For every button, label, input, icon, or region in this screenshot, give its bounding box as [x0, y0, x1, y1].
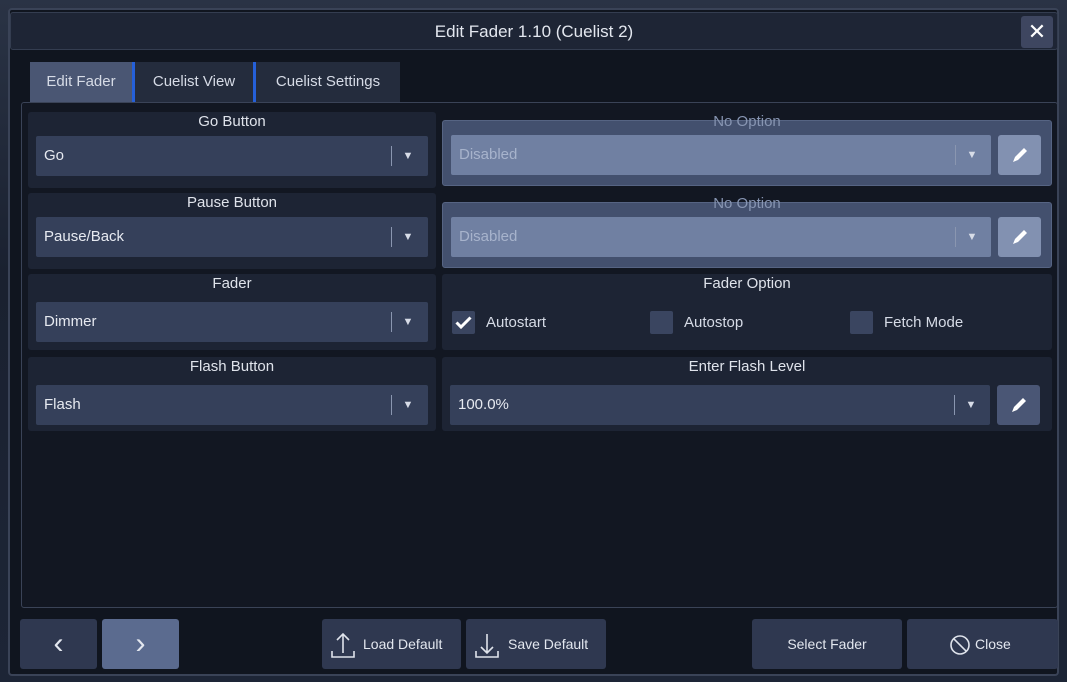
- flash-level-label: Enter Flash Level: [688, 358, 806, 375]
- select-divider: [955, 227, 956, 247]
- pause-option-select[interactable]: Disabled ▼: [451, 217, 991, 257]
- flash-level-value: 100.0%: [458, 396, 509, 413]
- upload-icon: [331, 632, 355, 658]
- select-divider: [391, 395, 392, 415]
- go-button-label: Go Button: [198, 113, 266, 130]
- flash-level-edit-button[interactable]: [997, 385, 1040, 425]
- pause-option-value: Disabled: [459, 228, 518, 245]
- go-option-section: No Option Disabled ▼: [442, 113, 1052, 186]
- select-divider: [391, 146, 392, 166]
- pencil-icon: [1013, 230, 1027, 244]
- close-button[interactable]: Close: [907, 619, 1058, 669]
- chevron-down-icon: ▼: [966, 231, 978, 243]
- pause-button-value: Pause/Back: [44, 228, 125, 245]
- flash-button-label: Flash Button: [189, 358, 275, 375]
- flash-level-section: Enter Flash Level 100.0% ▼: [442, 357, 1052, 431]
- flash-button-select[interactable]: Flash ▼: [36, 385, 428, 425]
- fader-section: Fader Dimmer ▼: [28, 274, 436, 350]
- download-icon: [475, 634, 499, 658]
- title-bar: Edit Fader 1.10 (Cuelist 2) ✕: [10, 12, 1058, 50]
- autostart-label: Autostart: [486, 314, 547, 331]
- pause-option-section: No Option Disabled ▼: [442, 195, 1052, 268]
- go-button-value: Go: [44, 147, 65, 164]
- fader-option-section: Fader Option Autostart Autostop Fetch Mo…: [442, 274, 1052, 350]
- pause-option-label: No Option: [713, 195, 781, 212]
- pause-button-label: Pause Button: [186, 194, 278, 211]
- fader-select[interactable]: Dimmer ▼: [36, 302, 428, 342]
- next-button[interactable]: ›: [102, 619, 179, 669]
- select-divider: [391, 312, 392, 332]
- load-default-label: Load Default: [363, 636, 443, 652]
- chevron-down-icon: ▼: [966, 149, 978, 161]
- fader-label: Fader: [212, 275, 252, 292]
- select-divider: [954, 395, 955, 415]
- load-default-button[interactable]: Load Default: [322, 619, 461, 669]
- flash-button-value: Flash: [44, 396, 81, 413]
- no-entry-icon: [950, 635, 970, 655]
- autostop-checkbox[interactable]: [650, 311, 673, 334]
- checkmark-icon: [455, 316, 472, 330]
- tab-edit-fader[interactable]: Edit Fader: [30, 62, 132, 102]
- dialog-title: Edit Fader 1.10 (Cuelist 2): [434, 22, 634, 41]
- chevron-down-icon: ▼: [402, 231, 414, 243]
- flash-level-select[interactable]: 100.0% ▼: [450, 385, 990, 425]
- save-default-label: Save Default: [508, 636, 589, 652]
- fader-value: Dimmer: [44, 313, 97, 330]
- close-label: Close: [975, 636, 1011, 652]
- select-fader-label: Select Fader: [787, 636, 867, 652]
- pencil-icon: [1013, 148, 1027, 162]
- pause-button-select[interactable]: Pause/Back ▼: [36, 217, 428, 257]
- go-option-select[interactable]: Disabled ▼: [451, 135, 991, 175]
- fader-option-label: Fader Option: [703, 275, 791, 292]
- close-icon[interactable]: ✕: [1021, 16, 1053, 48]
- select-fader-button[interactable]: Select Fader: [752, 619, 902, 669]
- go-option-edit-button[interactable]: [998, 135, 1041, 175]
- autostart-checkbox[interactable]: [452, 311, 475, 334]
- pencil-icon: [1012, 398, 1026, 412]
- go-option-label: No Option: [713, 113, 781, 130]
- pause-option-edit-button[interactable]: [998, 217, 1041, 257]
- previous-button[interactable]: ‹: [20, 619, 97, 669]
- tab-cuelist-view[interactable]: Cuelist View: [135, 62, 253, 102]
- chevron-down-icon: ▼: [965, 399, 977, 411]
- flash-button-section: Flash Button Flash ▼: [28, 357, 436, 431]
- go-button-select[interactable]: Go ▼: [36, 136, 428, 176]
- chevron-down-icon: ▼: [402, 150, 414, 162]
- select-divider: [955, 145, 956, 165]
- autostop-label: Autostop: [684, 314, 744, 331]
- chevron-down-icon: ▼: [402, 316, 414, 328]
- tab-cuelist-settings[interactable]: Cuelist Settings: [256, 62, 400, 102]
- chevron-right-icon: ›: [135, 627, 146, 660]
- save-default-button[interactable]: Save Default: [466, 619, 606, 669]
- fetch-mode-checkbox[interactable]: [850, 311, 873, 334]
- chevron-down-icon: ▼: [402, 399, 414, 411]
- chevron-left-icon: ‹: [53, 627, 64, 660]
- go-option-value: Disabled: [459, 146, 518, 163]
- fetch-mode-label: Fetch Mode: [884, 314, 964, 331]
- select-divider: [391, 227, 392, 247]
- go-button-section: Go Button Go ▼: [28, 112, 436, 188]
- pause-button-section: Pause Button Pause/Back ▼: [28, 193, 436, 269]
